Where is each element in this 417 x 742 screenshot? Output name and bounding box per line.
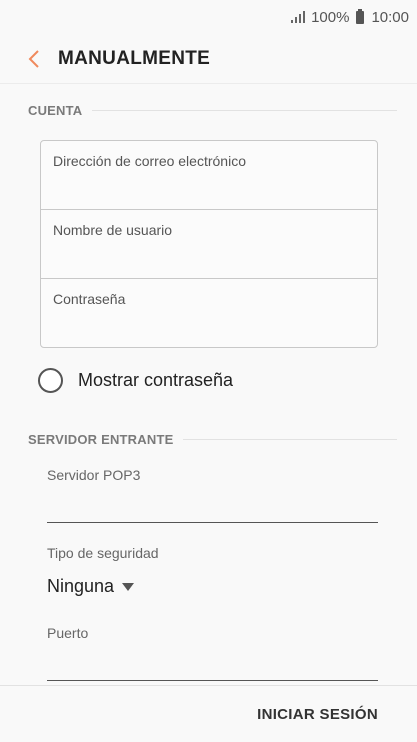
password-field[interactable]: Contraseña — [41, 279, 377, 347]
account-fields-card: Dirección de correo electrónico Nombre d… — [40, 140, 378, 348]
page-title: MANUALMENTE — [58, 47, 211, 69]
security-type-value: Ninguna — [47, 576, 115, 596]
clock: 10:00 — [371, 8, 409, 26]
divider — [183, 439, 397, 440]
email-field-placeholder: Dirección de correo electrónico — [53, 153, 246, 169]
back-button[interactable] — [14, 34, 54, 84]
security-type-label: Tipo de seguridad — [47, 545, 159, 561]
username-field[interactable]: Nombre de usuario — [41, 210, 377, 279]
username-field-placeholder: Nombre de usuario — [53, 222, 173, 238]
section-header-incoming-server: SERVIDOR ENTRANTE — [28, 432, 397, 447]
app-bar: MANUALMENTE — [0, 34, 417, 84]
show-password-checkbox[interactable]: Mostrar contraseña — [38, 368, 233, 393]
pop3-server-label: Servidor POP3 — [47, 467, 141, 483]
pop3-server-input[interactable] — [47, 522, 378, 523]
status-bar: 100% 10:00 — [0, 0, 417, 34]
password-field-placeholder: Contraseña — [53, 291, 126, 307]
battery-percentage: 100% — [311, 8, 350, 26]
caret-down-icon — [122, 582, 135, 591]
signal-icon — [291, 11, 306, 23]
email-field[interactable]: Dirección de correo electrónico — [41, 141, 377, 210]
checkbox-circle-icon[interactable] — [38, 368, 63, 393]
port-label: Puerto — [47, 625, 89, 641]
show-password-label: Mostrar contraseña — [78, 370, 234, 390]
bottom-bar: INICIAR SESIÓN — [0, 685, 417, 742]
chevron-left-icon — [28, 49, 39, 68]
port-input[interactable] — [47, 680, 378, 681]
section-header-label: SERVIDOR ENTRANTE — [28, 432, 174, 447]
section-header-label: CUENTA — [28, 103, 83, 118]
battery-icon — [356, 8, 365, 24]
security-type-dropdown[interactable]: Ninguna — [47, 576, 135, 597]
divider — [92, 110, 397, 111]
sign-in-button[interactable]: INICIAR SESIÓN — [257, 706, 378, 723]
screen: 100% 10:00 MANUALMENTE CUENTA Dirección … — [0, 0, 417, 742]
section-header-account: CUENTA — [28, 103, 397, 118]
